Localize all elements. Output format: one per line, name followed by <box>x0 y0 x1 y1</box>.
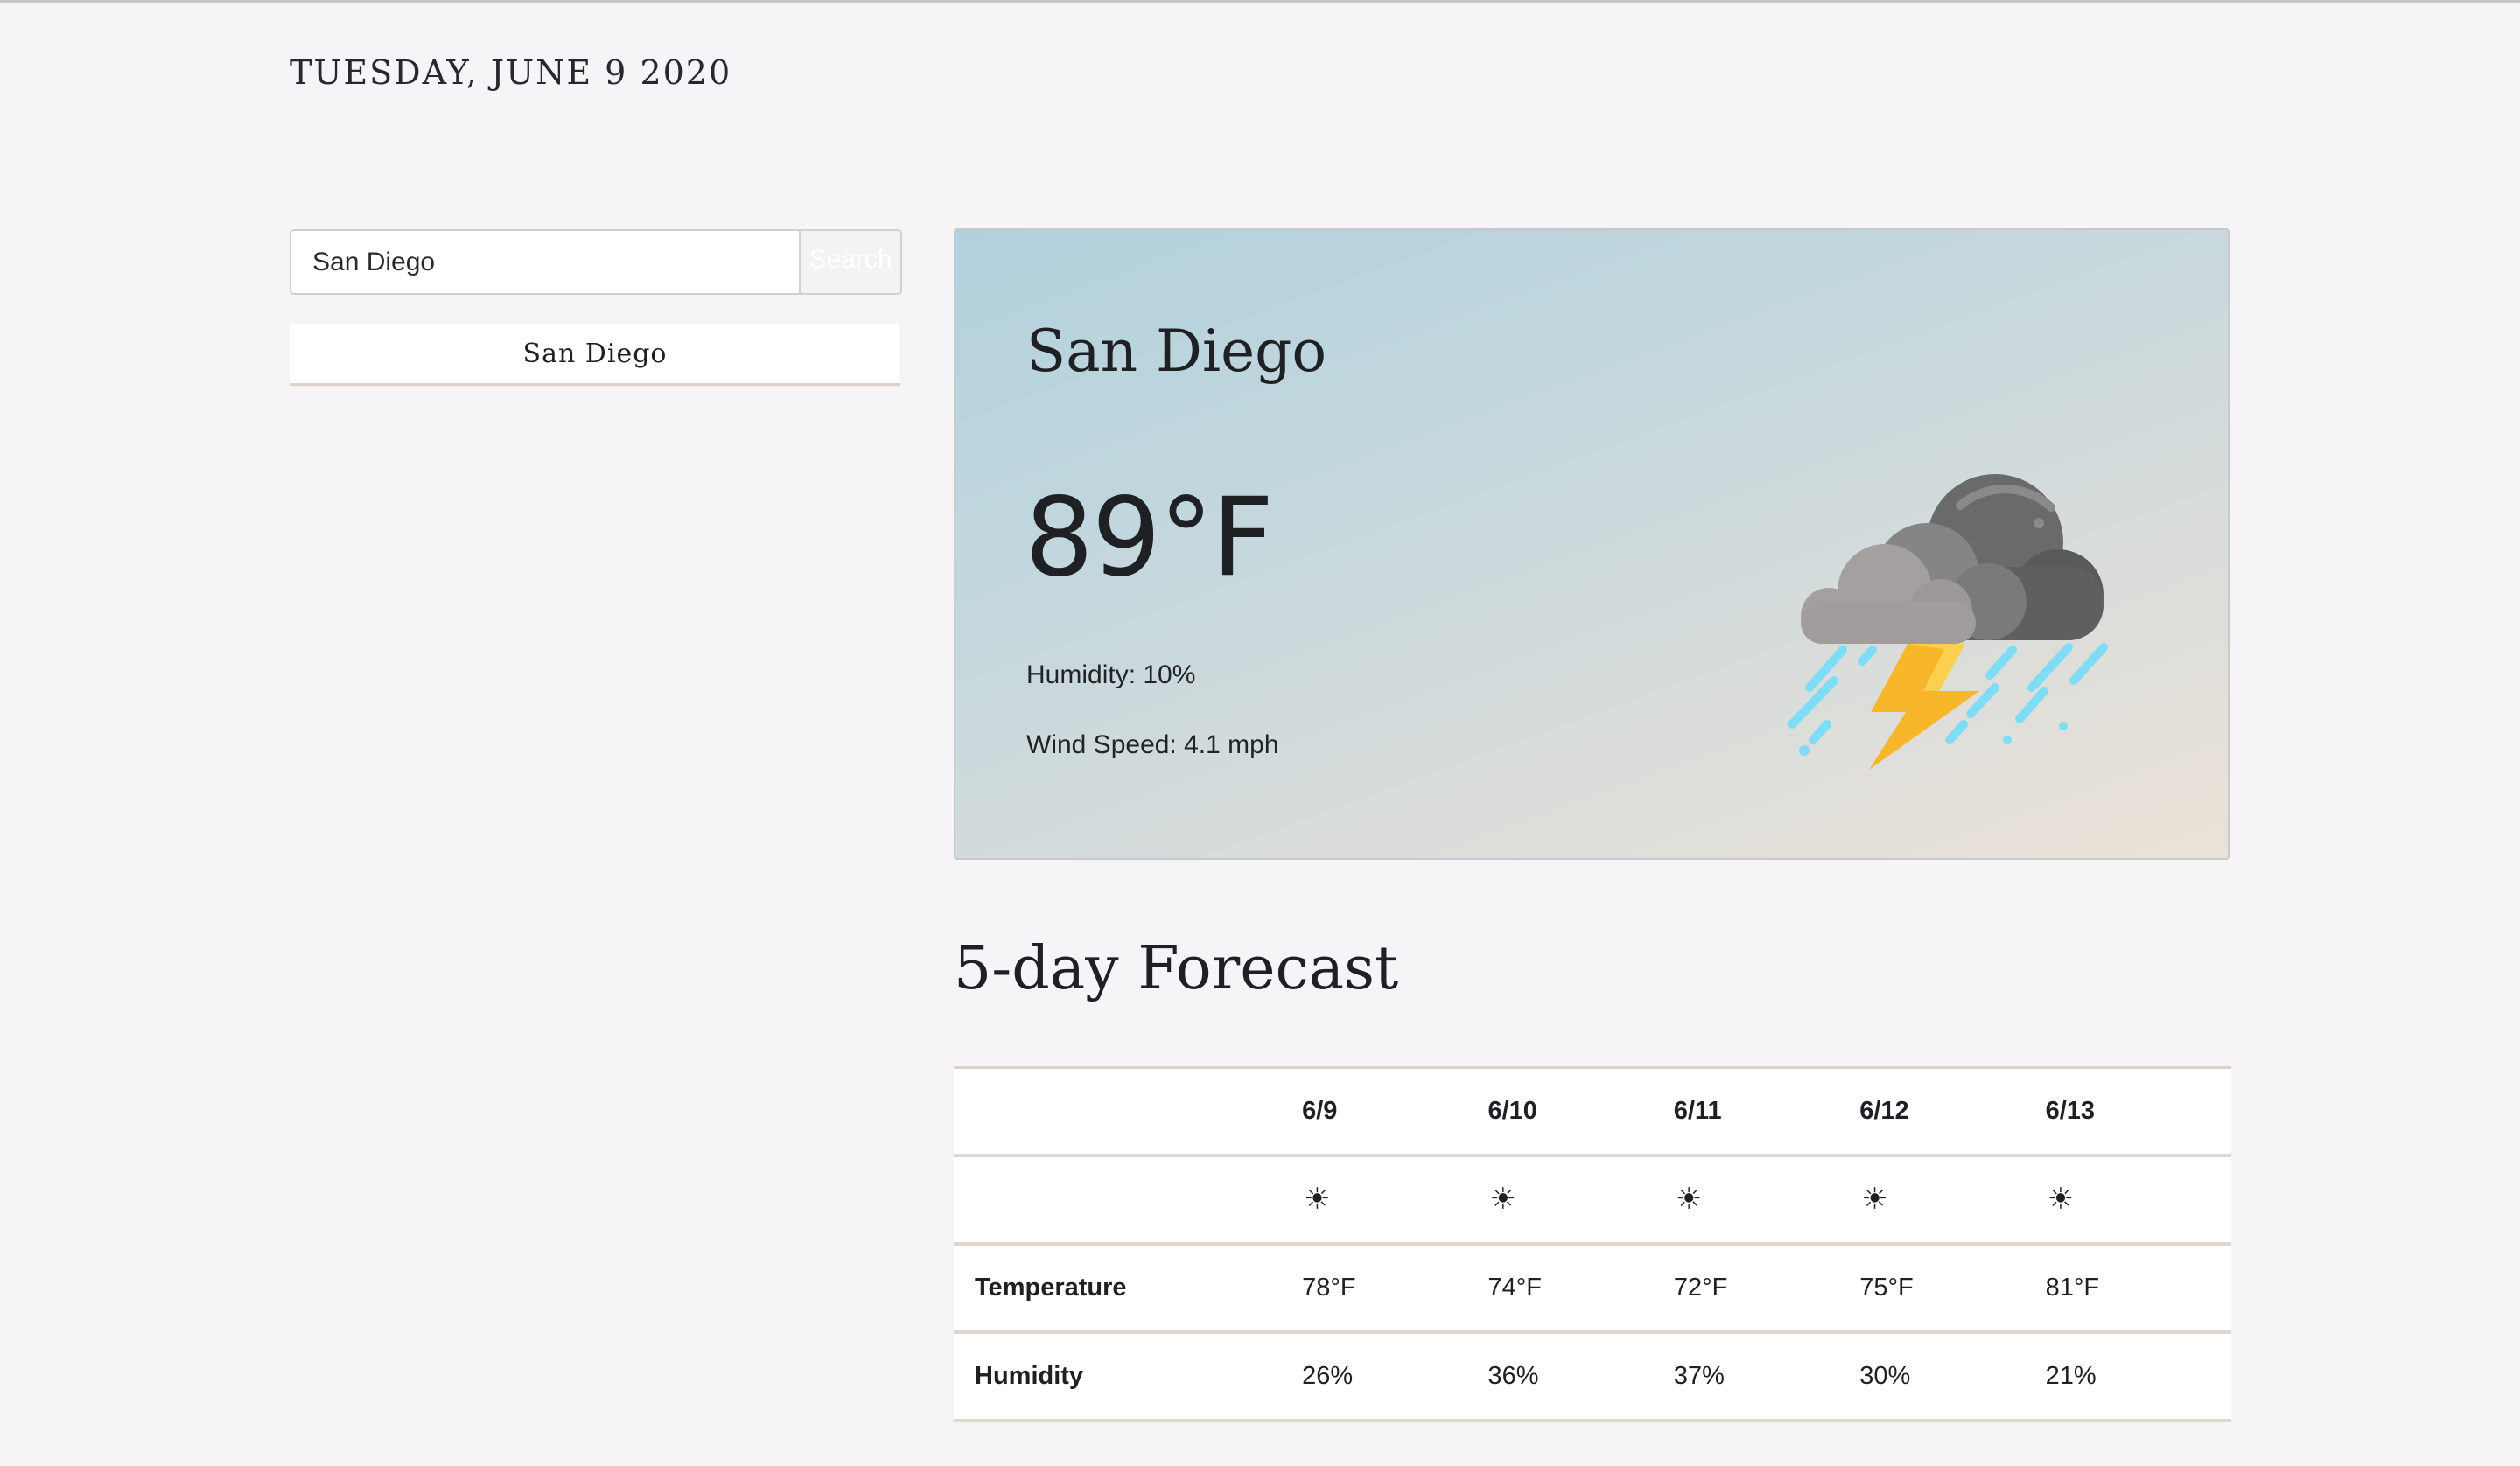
search-history-item[interactable]: San Diego <box>290 324 900 386</box>
forecast-icon-cell: ☀ <box>1859 1155 2046 1246</box>
forecast-temperature: 72°F <box>1673 1244 1860 1334</box>
current-weather-card: San Diego 89°F Humidity: 10% Wind Speed:… <box>954 228 2230 860</box>
sun-icon: ☀ <box>1861 1181 1888 1217</box>
forecast-date: 6/9 <box>1302 1067 1488 1157</box>
thunderstorm-rain-cloud-icon <box>1788 474 2108 770</box>
sun-icon: ☀ <box>1304 1181 1331 1217</box>
forecast-table: 6/9 6/10 6/11 6/12 6/13 ☀ ☀ ☀ ☀ ☀ Temper… <box>954 1066 2231 1422</box>
temperature-row-label: Temperature <box>954 1244 1303 1334</box>
forecast-icon-row: ☀ ☀ ☀ ☀ ☀ <box>954 1155 2231 1246</box>
forecast-humidity: 26% <box>1302 1332 1488 1422</box>
forecast-temperature: 75°F <box>1859 1244 2046 1334</box>
forecast-heading: 5-day Forecast <box>954 934 1399 1003</box>
city-name: San Diego <box>1026 318 1327 385</box>
forecast-icon-cell: ☀ <box>1673 1155 1860 1246</box>
forecast-humidity: 36% <box>1488 1332 1674 1422</box>
forecast-date: 6/11 <box>1673 1067 1860 1157</box>
city-search-input[interactable] <box>290 229 799 295</box>
forecast-icon-cell: ☀ <box>2045 1155 2231 1246</box>
empty-label-cell <box>954 1155 1303 1246</box>
sun-icon: ☀ <box>1489 1181 1516 1217</box>
humidity-row-label: Humidity <box>954 1332 1303 1422</box>
forecast-temperature: 74°F <box>1488 1244 1674 1334</box>
forecast-date-row: 6/9 6/10 6/11 6/12 6/13 <box>954 1067 2231 1157</box>
search-bar: Search <box>290 229 902 295</box>
forecast-temperature-row: Temperature 78°F 74°F 72°F 75°F 81°F <box>954 1244 2231 1334</box>
current-wind-speed: Wind Speed: 4.1 mph <box>1026 730 1279 759</box>
current-temperature: 89°F <box>1025 475 1274 601</box>
sun-icon: ☀ <box>2047 1181 2075 1217</box>
current-humidity: Humidity: 10% <box>1026 660 1196 689</box>
forecast-humidity-row: Humidity 26% 36% 37% 30% 21% <box>954 1332 2231 1422</box>
forecast-temperature: 78°F <box>1302 1244 1488 1334</box>
forecast-date: 6/12 <box>1859 1067 2046 1157</box>
forecast-humidity: 30% <box>1859 1332 2046 1422</box>
forecast-temperature: 81°F <box>2045 1244 2231 1334</box>
search-button[interactable]: Search <box>799 229 902 295</box>
forecast-date: 6/13 <box>2045 1067 2231 1157</box>
forecast-icon-cell: ☀ <box>1302 1155 1488 1246</box>
sun-icon: ☀ <box>1675 1181 1703 1217</box>
forecast-humidity: 21% <box>2045 1332 2231 1422</box>
forecast-date: 6/10 <box>1488 1067 1674 1157</box>
forecast-icon-cell: ☀ <box>1488 1155 1674 1246</box>
forecast-humidity: 37% <box>1673 1332 1860 1422</box>
current-date: TUESDAY, JUNE 9 2020 <box>290 53 732 92</box>
empty-header-cell <box>954 1067 1303 1157</box>
